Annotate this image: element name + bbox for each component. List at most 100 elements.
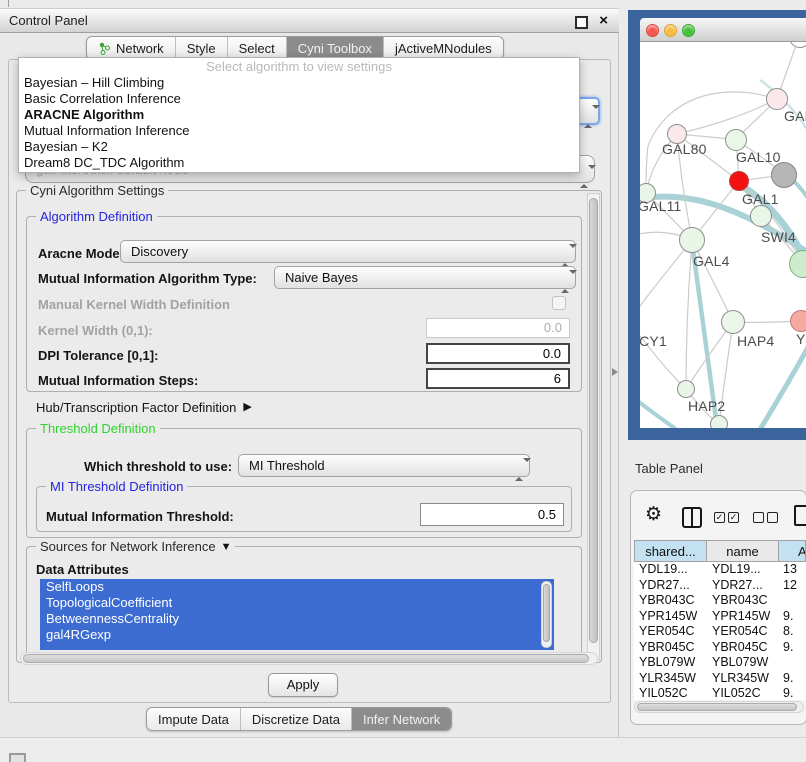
table-panel-title: Table Panel xyxy=(635,461,703,476)
table-row[interactable]: YDR27...YDR27...12 xyxy=(634,578,806,594)
mi-threshold-field[interactable]: 0.5 xyxy=(420,503,564,526)
mi-steps-field[interactable]: 6 xyxy=(426,368,570,389)
network-node-gray[interactable] xyxy=(771,162,797,188)
traffic-zoom-icon[interactable] xyxy=(682,24,695,37)
stepper-icon xyxy=(584,106,592,119)
which-threshold-combo[interactable]: MI Threshold xyxy=(238,454,530,477)
table-row[interactable]: YIL052CYIL052C9. xyxy=(634,686,806,700)
dropdown-item[interactable]: Bayesian – Hill Climbing xyxy=(19,75,579,91)
expand-arrow-icon: ▶ xyxy=(243,400,251,415)
attributes-list[interactable]: SelfLoops TopologicalCoefficient Between… xyxy=(40,579,554,650)
kernel-width-field[interactable]: 0.0 xyxy=(426,318,570,338)
stepper-icon xyxy=(580,163,588,176)
checkbox-checked-icon: ✓ xyxy=(728,512,739,523)
which-threshold-label: Which threshold to use: xyxy=(84,459,232,474)
table-h-scrollbar[interactable] xyxy=(634,701,804,713)
network-node-gal1[interactable] xyxy=(729,171,749,191)
screen: Control Panel × Network Style Select Cyn… xyxy=(0,0,806,762)
column-header-shared[interactable]: shared... xyxy=(634,540,707,562)
float-window-icon[interactable] xyxy=(575,16,588,29)
checkbox-unchecked-icon xyxy=(753,512,764,523)
dropdown-item[interactable]: Bayesian – K2 xyxy=(19,139,579,155)
attribute-item[interactable]: BetweennessCentrality xyxy=(40,611,554,627)
dropdown-item[interactable]: Basic Correlation Inference xyxy=(19,91,579,107)
traffic-close-icon[interactable] xyxy=(646,24,659,37)
manual-kernel-checkbox[interactable] xyxy=(552,296,566,310)
table-body[interactable]: YDL19...YDL19...13 YDR27...YDR27...12 YB… xyxy=(634,562,806,700)
collapse-arrow-icon[interactable]: ▼ xyxy=(221,541,232,553)
traffic-minimize-icon[interactable] xyxy=(664,24,677,37)
tab-select[interactable]: Select xyxy=(227,37,286,59)
checkbox-checked-icon: ✓ xyxy=(714,512,725,523)
minimized-panel-icon[interactable] xyxy=(9,753,26,762)
dpi-tolerance-field[interactable]: 0.0 xyxy=(426,343,570,364)
mi-steps-label: Mutual Information Steps: xyxy=(38,373,198,388)
attribute-item[interactable]: SelfLoops xyxy=(40,579,554,595)
tab-infer-network[interactable]: Infer Network xyxy=(351,708,451,730)
network-node-swi4[interactable] xyxy=(750,205,772,227)
table-row[interactable]: YBR043CYBR043C xyxy=(634,593,806,609)
table-row[interactable]: YDL19...YDL19...13 xyxy=(634,562,806,578)
network-node-gal[interactable] xyxy=(766,88,788,110)
table-header: shared... name A xyxy=(634,540,806,562)
scrollbar-thumb[interactable] xyxy=(589,198,598,643)
stepper-icon xyxy=(561,271,569,284)
gear-icon[interactable]: ⚙ xyxy=(645,505,662,525)
dropdown-item[interactable]: Mutual Information Inference xyxy=(19,123,579,139)
table-row[interactable]: YLR345WYLR345W9. xyxy=(634,671,806,687)
table-row[interactable]: YBL079WYBL079W xyxy=(634,655,806,671)
data-attributes-label: Data Attributes xyxy=(36,562,129,577)
network-canvas[interactable]: GAL GAL80 GAL10 GAL1 GAL11 SWI4 GAL4 GCY… xyxy=(640,42,806,428)
sources-group-title: Sources for Network Inference xyxy=(40,539,216,554)
splitter-handle[interactable] xyxy=(612,368,618,376)
table-row[interactable]: YBR045CYBR045C9. xyxy=(634,640,806,656)
node-label: GAL10 xyxy=(736,149,781,165)
close-icon[interactable]: × xyxy=(599,12,608,29)
apply-button[interactable]: Apply xyxy=(268,673,338,697)
tab-discretize-data[interactable]: Discretize Data xyxy=(240,708,351,730)
mi-type-label: Mutual Information Algorithm Type: xyxy=(38,271,257,286)
network-node[interactable] xyxy=(710,415,728,428)
node-label: HAP4 xyxy=(737,333,774,349)
node-label: GAL4 xyxy=(693,253,730,269)
tab-impute-data[interactable]: Impute Data xyxy=(147,708,240,730)
scrollbar-thumb[interactable] xyxy=(23,654,589,663)
hub-section-toggle[interactable]: Hub/Transcription Factor Definition ▶ xyxy=(36,400,252,415)
checkbox-unchecked-icon xyxy=(767,512,778,523)
kernel-width-label: Kernel Width (0,1): xyxy=(38,323,153,338)
network-node-gal4[interactable] xyxy=(679,227,705,253)
attributes-list-scrollbar[interactable] xyxy=(541,581,552,648)
mi-type-combo[interactable]: Naive Bayes xyxy=(274,266,576,289)
table-row[interactable]: YPR145WYPR145W9. xyxy=(634,609,806,625)
column-header-name[interactable]: name xyxy=(707,540,779,562)
scrollbar-thumb[interactable] xyxy=(637,703,797,711)
tab-cyni-toolbox[interactable]: Cyni Toolbox xyxy=(286,37,383,59)
settings-v-scrollbar[interactable] xyxy=(587,193,600,660)
aracne-mode-combo[interactable]: Discovery xyxy=(120,240,576,263)
network-titlebar[interactable] xyxy=(640,18,806,42)
table-row[interactable]: YER054CYER054C8. xyxy=(634,624,806,640)
tab-jactivemnodules[interactable]: jActiveMNodules xyxy=(383,37,503,59)
dropdown-item[interactable]: Dream8 DC_TDC Algorithm xyxy=(19,155,579,171)
tab-style[interactable]: Style xyxy=(175,37,227,59)
scrollbar-thumb[interactable] xyxy=(543,584,550,642)
dropdown-item-selected[interactable]: ARACNE Algorithm xyxy=(19,107,579,123)
network-node-salmon[interactable] xyxy=(790,310,806,332)
column-header-partial[interactable]: A xyxy=(779,540,806,562)
network-node-hap4[interactable] xyxy=(721,310,745,334)
unchecked-columns-icon[interactable] xyxy=(753,512,778,523)
algorithm-definition-title: Algorithm Definition xyxy=(40,209,153,224)
network-node-hap2[interactable] xyxy=(677,380,695,398)
attribute-item[interactable]: gal4RGexp xyxy=(40,627,554,643)
network-tab-icon xyxy=(98,42,111,55)
split-columns-icon[interactable] xyxy=(682,507,702,528)
dpi-tolerance-label: DPI Tolerance [0,1]: xyxy=(38,348,158,363)
mi-threshold-label: Mutual Information Threshold: xyxy=(46,509,234,524)
threshold-definition-title: Threshold Definition xyxy=(40,421,156,436)
attribute-item[interactable]: TopologicalCoefficient xyxy=(40,595,554,611)
document-icon[interactable] xyxy=(794,505,806,526)
checked-columns-icon[interactable]: ✓ ✓ xyxy=(714,512,739,523)
network-node-gal10[interactable] xyxy=(725,129,747,151)
tab-network[interactable]: Network xyxy=(87,37,175,59)
settings-h-scrollbar[interactable] xyxy=(20,652,598,665)
